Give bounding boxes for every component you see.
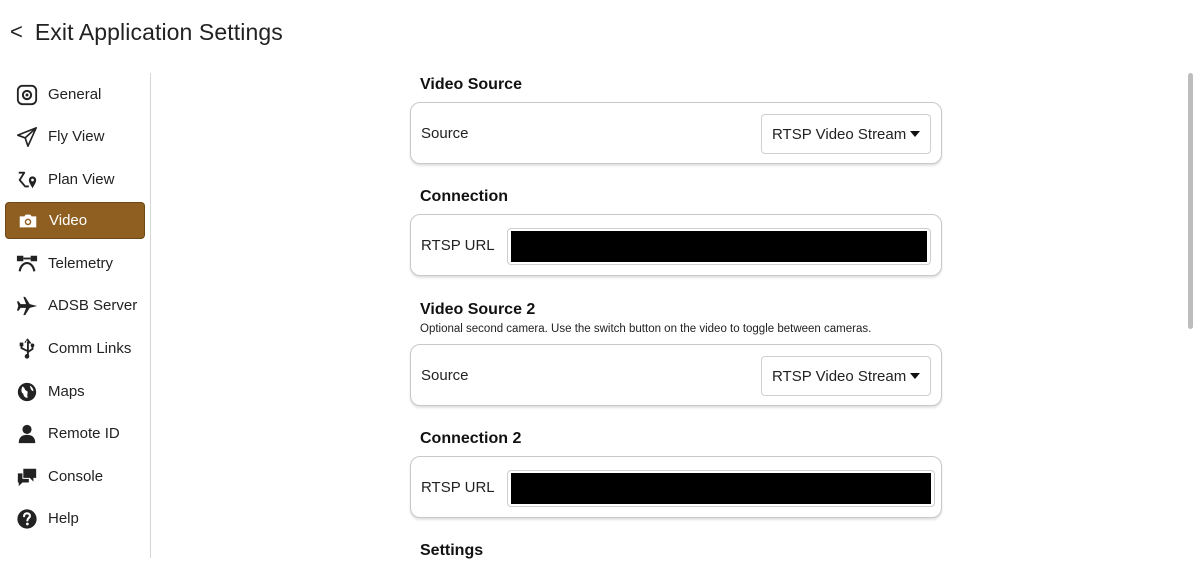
globe-icon xyxy=(15,380,39,404)
rtsp-url-input[interactable] xyxy=(507,228,931,265)
video-source-2-select[interactable]: RTSP Video Stream xyxy=(761,356,931,396)
route-icon xyxy=(15,168,39,192)
sidebar-item-label: Remote ID xyxy=(48,425,120,442)
sidebar-item-telemetry[interactable]: Telemetry xyxy=(5,245,145,282)
redacted-url-value xyxy=(511,473,931,504)
sidebar-item-label: Fly View xyxy=(48,128,105,145)
settings-sidebar: General Fly View Plan View Video Telemet… xyxy=(5,73,151,558)
caret-down-icon xyxy=(910,131,920,137)
sidebar-item-comm-links[interactable]: Comm Links xyxy=(5,330,145,367)
sidebar-item-label: Video xyxy=(49,212,88,229)
sidebar-item-label: Help xyxy=(48,510,79,527)
rtsp-url-label: RTSP URL xyxy=(421,479,495,496)
sidebar-item-label: ADSB Server xyxy=(48,297,138,314)
sidebar-item-label: Maps xyxy=(48,383,85,400)
sidebar-item-general[interactable]: General xyxy=(5,76,145,113)
redacted-url-value xyxy=(511,231,927,262)
section-title-connection: Connection xyxy=(420,188,508,205)
connection-2-card: RTSP URL xyxy=(410,456,942,518)
video-source-2-card: Source RTSP Video Stream xyxy=(410,344,942,406)
sidebar-item-label: Comm Links xyxy=(48,340,132,357)
sidebar-item-adsb-server[interactable]: ADSB Server xyxy=(5,287,145,324)
sidebar-item-label: Telemetry xyxy=(48,255,114,272)
section-title-video-source: Video Source xyxy=(420,76,522,93)
rtsp-url-label: RTSP URL xyxy=(421,237,495,254)
gear-icon xyxy=(15,83,39,107)
section-title-connection-2: Connection 2 xyxy=(420,430,522,447)
sidebar-item-plan-view[interactable]: Plan View xyxy=(5,161,145,198)
sidebar-item-label: General xyxy=(48,86,102,103)
sidebar-item-label: Plan View xyxy=(48,171,115,188)
sidebar-item-fly-view[interactable]: Fly View xyxy=(5,118,145,155)
sidebar-item-console[interactable]: Console xyxy=(5,458,145,495)
rtsp-url-2-input[interactable] xyxy=(507,470,935,507)
sidebar-item-maps[interactable]: Maps xyxy=(5,373,145,410)
connection-card: RTSP URL xyxy=(410,214,942,276)
video-source-2-description: Optional second camera. Use the switch b… xyxy=(420,323,872,335)
content-scrollbar[interactable] xyxy=(1188,73,1193,329)
video-source-2-value: RTSP Video Stream xyxy=(772,367,907,385)
section-title-settings: Settings xyxy=(420,542,484,559)
section-title-video-source-2: Video Source 2 xyxy=(420,301,536,318)
video-source-card: Source RTSP Video Stream xyxy=(410,102,942,164)
sidebar-item-remote-id[interactable]: Remote ID xyxy=(5,415,145,452)
question-icon xyxy=(15,507,39,531)
paper-plane-icon xyxy=(15,125,39,149)
sidebar-item-video[interactable]: Video xyxy=(5,202,145,239)
sidebar-item-help[interactable]: Help xyxy=(5,500,145,537)
airplane-icon xyxy=(15,294,39,318)
usb-icon xyxy=(15,337,39,361)
back-chevron-icon: < xyxy=(10,19,23,44)
video-source-select[interactable]: RTSP Video Stream xyxy=(761,114,931,154)
source-label: Source xyxy=(421,367,469,384)
caret-down-icon xyxy=(910,373,920,379)
source-label: Source xyxy=(421,125,469,142)
video-source-value: RTSP Video Stream xyxy=(772,125,907,143)
camera-icon xyxy=(16,209,40,233)
telemetry-icon xyxy=(15,252,39,276)
person-icon xyxy=(15,422,39,446)
exit-settings-button[interactable]: < Exit Application Settings xyxy=(10,16,283,48)
sidebar-item-label: Console xyxy=(48,468,104,485)
page-title: Exit Application Settings xyxy=(34,18,283,45)
chat-icon xyxy=(15,465,39,489)
